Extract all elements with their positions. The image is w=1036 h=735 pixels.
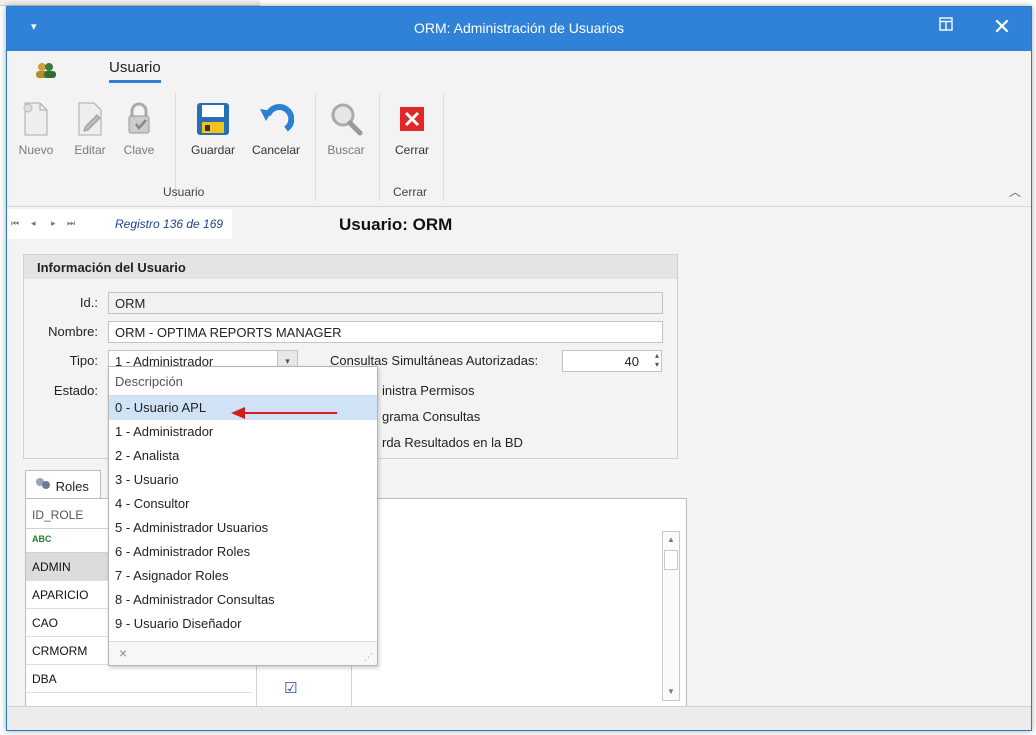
password-button-label: Clave <box>123 143 155 157</box>
roles-icon <box>34 478 56 494</box>
dropdown-option[interactable]: 2 - Analista <box>109 444 377 468</box>
dropdown-footer: × ⋰ <box>109 641 377 665</box>
role-cell: DBA <box>32 672 57 686</box>
password-button[interactable]: Clave <box>117 101 161 171</box>
id-label: Id.: <box>79 295 98 310</box>
search-button-label: Buscar <box>327 143 365 157</box>
dropdown-option[interactable]: 3 - Usuario <box>109 468 377 492</box>
save-button[interactable]: Guardar <box>185 101 241 171</box>
collapse-ribbon-icon[interactable]: ︿ <box>1009 183 1021 200</box>
tab-usuario[interactable]: Usuario <box>109 59 161 83</box>
estado-label: Estado: <box>53 383 98 398</box>
user-info-header: Información del Usuario <box>24 255 677 279</box>
dropdown-option[interactable]: 4 - Consultor <box>109 492 377 516</box>
scroll-thumb[interactable] <box>664 550 678 570</box>
ribbon-separator <box>443 93 444 201</box>
dropdown-option[interactable]: 9 - Usuario Diseñador <box>109 612 377 636</box>
nombre-label: Nombre: <box>48 324 98 339</box>
role-cell: CRMORM <box>32 644 88 658</box>
page-title: Usuario: ORM <box>339 215 453 234</box>
save-icon <box>197 103 229 135</box>
resize-grip-icon[interactable]: ⋰ <box>364 652 373 663</box>
record-position: Registro 136 de 169 <box>115 217 224 231</box>
window-title: ORM: Administración de Usuarios <box>413 20 625 36</box>
clear-icon[interactable]: × <box>119 645 127 661</box>
dropdown-option[interactable]: 5 - Administrador Usuarios <box>109 516 377 540</box>
tab-roles-label: Roles <box>55 479 89 494</box>
edit-button[interactable]: Editar <box>65 101 115 171</box>
id-field[interactable]: ORM <box>108 292 663 314</box>
edit-icon <box>78 102 102 136</box>
lock-icon <box>128 102 150 134</box>
abc-filter-icon: ABC <box>32 534 52 544</box>
nombre-field[interactable]: ORM - OPTIMA REPORTS MANAGER <box>108 321 663 343</box>
record-navigator: ⏮ ◂ ▸ ⏭ Registro 136 de 169 <box>7 209 232 239</box>
title-bar: ▾ ORM: Administración de Usuarios ✕ <box>7 7 1031 51</box>
consultas-spinner[interactable]: 40 ▴ ▾ <box>562 350 662 372</box>
save-button-label: Guardar <box>190 143 236 157</box>
role-cell: APARICIO <box>32 588 89 602</box>
first-record-icon[interactable]: ⏮ <box>11 218 19 229</box>
group-label-usuario: Usuario <box>163 185 205 199</box>
guarda-resultados-label: rda Resultados en la BD <box>382 435 523 450</box>
scroll-down-icon[interactable]: ▼ <box>663 684 679 700</box>
tipo-label: Tipo: <box>69 353 98 368</box>
scroll-up-icon[interactable]: ▲ <box>663 532 679 548</box>
prev-record-icon[interactable]: ◂ <box>31 218 36 229</box>
undo-icon <box>260 104 294 132</box>
close-form-button[interactable]: Cerrar <box>387 101 437 171</box>
group-label-cerrar: Cerrar <box>393 185 428 199</box>
ribbon-separator <box>315 93 316 201</box>
search-icon <box>331 103 363 136</box>
cancel-button[interactable]: Cancelar <box>245 101 307 171</box>
role-cell: CAO <box>32 616 59 630</box>
dropdown-column-header: Descripción <box>109 367 377 396</box>
edit-button-label: Editar <box>74 143 106 157</box>
users-icon <box>35 61 57 79</box>
programa-consultas-label: grama Consultas <box>382 409 481 424</box>
close-form-button-label: Cerrar <box>394 143 429 157</box>
status-bar <box>7 706 1031 730</box>
consultas-value: 40 <box>624 354 639 369</box>
ribbon-separator <box>379 93 380 201</box>
search-button[interactable]: Buscar <box>321 101 371 171</box>
window-close-button[interactable]: ✕ <box>987 14 1017 40</box>
new-document-icon <box>23 102 48 136</box>
administra-permisos-label: inistra Permisos <box>382 383 475 398</box>
new-button-label: Nuevo <box>18 143 54 157</box>
role-cell: ADMIN <box>32 560 71 574</box>
spinner-arrows-icon[interactable]: ▴ ▾ <box>655 351 659 369</box>
close-icon <box>400 107 424 131</box>
vertical-scrollbar[interactable]: ▲ ▼ <box>662 531 680 701</box>
table-row[interactable]: DBA <box>26 665 251 693</box>
last-record-icon[interactable]: ⏭ <box>67 218 75 229</box>
main-window: ▾ ORM: Administración de Usuarios ✕ Usua… <box>6 6 1032 731</box>
restore-icon[interactable] <box>937 17 955 35</box>
checkbox-checked-icon[interactable]: ☑ <box>284 679 297 697</box>
next-record-icon[interactable]: ▸ <box>51 218 56 229</box>
ribbon: Usuario Nuevo Editar Clave Guardar Cance… <box>7 51 1031 207</box>
new-button[interactable]: Nuevo <box>11 101 61 171</box>
dropdown-option[interactable]: 7 - Asignador Roles <box>109 564 377 588</box>
dropdown-option[interactable]: 8 - Administrador Consultas <box>109 588 377 612</box>
dropdown-option[interactable]: 6 - Administrador Roles <box>109 540 377 564</box>
annotation-arrow-icon <box>231 407 337 419</box>
cancel-button-label: Cancelar <box>251 143 301 157</box>
tab-roles[interactable]: Roles <box>25 470 101 498</box>
dropdown-option[interactable]: 1 - Administrador <box>109 420 377 444</box>
